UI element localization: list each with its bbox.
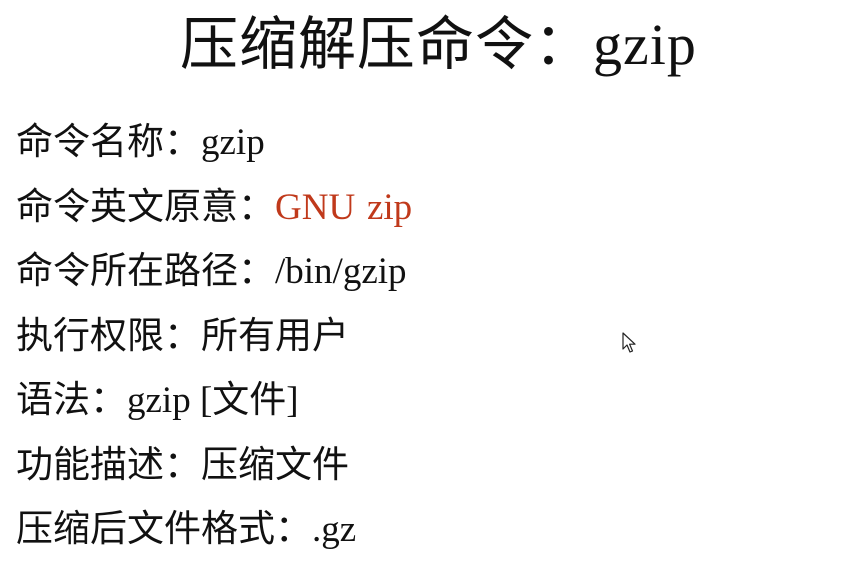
- mouse-pointer-icon: [622, 332, 636, 353]
- command-path-value: /bin/gzip: [275, 251, 407, 292]
- list-item-file-format: 压缩后文件格式：.gz: [16, 497, 816, 562]
- list-item-command-name: 命令名称：gzip: [16, 110, 816, 175]
- description-value: 压缩文件: [201, 444, 349, 486]
- list-item-syntax: 语法：gzip [文件]: [16, 368, 816, 433]
- syntax-label: 语法：: [16, 378, 127, 421]
- file-format-label: 压缩后文件格式：: [16, 507, 312, 550]
- slide: 压缩解压命令：gzip 命令名称：gzip 命令英文原意：GNU zip 命令所…: [0, 0, 853, 562]
- command-name-value: gzip: [201, 122, 265, 163]
- command-path-label: 命令所在路径：: [16, 249, 275, 292]
- file-format-value: .gz: [312, 509, 357, 550]
- english-meaning-value-gnu: GNU: [275, 186, 356, 228]
- slide-title: 压缩解压命令：gzip: [180, 6, 800, 83]
- list-item-english-meaning: 命令英文原意：GNU zip: [16, 175, 816, 240]
- english-meaning-value-zip: zip: [366, 186, 413, 228]
- list-item-command-path: 命令所在路径：/bin/gzip: [16, 239, 816, 304]
- permission-value: 所有用户: [201, 315, 349, 357]
- syntax-value: gzip [文件]: [127, 380, 299, 421]
- title-text: 压缩解压命令：: [180, 10, 594, 78]
- description-label: 功能描述：: [16, 442, 201, 486]
- title-command: gzip: [593, 12, 697, 77]
- list-item-permission: 执行权限：所有用户: [16, 304, 816, 369]
- info-list: 命令名称：gzip 命令英文原意：GNU zip 命令所在路径：/bin/gzi…: [16, 110, 816, 562]
- permission-label: 执行权限：: [16, 313, 201, 357]
- list-item-description: 功能描述：压缩文件: [16, 433, 816, 498]
- command-name-label: 命令名称：: [16, 120, 201, 163]
- english-meaning-label: 命令英文原意：: [16, 184, 275, 228]
